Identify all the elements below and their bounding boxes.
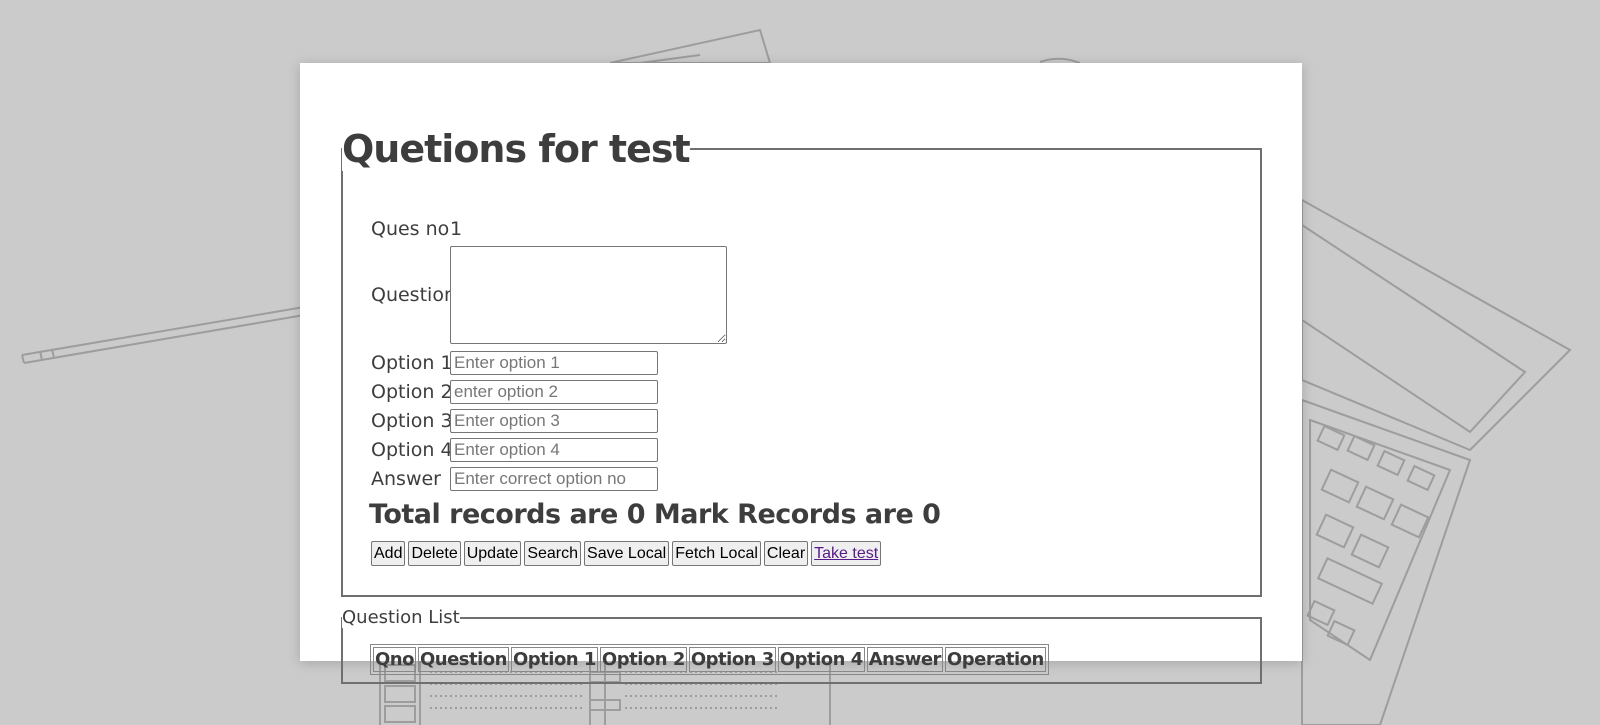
search-button[interactable]: Search <box>524 541 582 566</box>
option4-row: Option 4 <box>371 438 658 462</box>
option1-label: Option 1 <box>371 352 453 374</box>
question-list-fieldset: Question List Qno Question Option 1 Opti… <box>341 608 1262 684</box>
fetch-local-button[interactable]: Fetch Local <box>672 541 761 566</box>
column-header-operation: Operation <box>944 647 1046 672</box>
option1-input[interactable] <box>450 351 658 375</box>
column-header-option1: Option 1 <box>510 647 598 672</box>
column-header-option3: Option 3 <box>688 647 776 672</box>
ques-no-row: Ques no 1 <box>371 215 462 243</box>
option2-row: Option 2 <box>371 380 658 404</box>
clear-button[interactable]: Clear <box>763 541 809 566</box>
records-summary: Total records are 0 Mark Records are 0 <box>369 499 941 530</box>
option1-row: Option 1 <box>371 351 658 375</box>
option3-label: Option 3 <box>371 410 453 432</box>
option2-label: Option 2 <box>371 381 453 403</box>
table-header-row: Qno Question Option 1 Option 2 Option 3 … <box>373 647 1046 672</box>
question-list-table: Qno Question Option 1 Option 2 Option 3 … <box>370 644 1049 675</box>
main-card: Quetions for test Ques no 1 Question Opt… <box>300 63 1302 684</box>
ques-no-label: Ques no <box>371 218 450 240</box>
column-header-qno: Qno <box>373 647 416 672</box>
question-list-title: Question List <box>342 607 460 628</box>
column-header-answer: Answer <box>866 647 943 672</box>
column-header-option2: Option 2 <box>599 647 687 672</box>
update-button[interactable]: Update <box>463 541 522 566</box>
option4-label: Option 4 <box>371 439 453 461</box>
delete-button[interactable]: Delete <box>408 541 461 566</box>
add-button[interactable]: Add <box>371 541 406 566</box>
question-form-fieldset: Quetions for test Ques no 1 Question Opt… <box>341 127 1262 597</box>
action-toolbar: Add Delete Update Search Save Local Fetc… <box>371 541 882 566</box>
pencil-illustration <box>21 305 311 364</box>
take-test-link-button[interactable]: Take test <box>811 541 882 566</box>
ques-no-value: 1 <box>450 218 463 240</box>
question-label: Question <box>371 284 456 306</box>
page-title: Quetions for test <box>342 127 691 171</box>
option3-row: Option 3 <box>371 409 658 433</box>
question-textarea[interactable] <box>450 246 727 344</box>
option2-input[interactable] <box>450 380 658 404</box>
question-row: Question <box>371 246 727 344</box>
answer-label: Answer <box>371 468 441 490</box>
option4-input[interactable] <box>450 438 658 462</box>
column-header-option4: Option 4 <box>777 647 865 672</box>
option3-input[interactable] <box>450 409 658 433</box>
column-header-question: Question <box>417 647 509 672</box>
save-local-button[interactable]: Save Local <box>584 541 670 566</box>
answer-row: Answer <box>371 467 658 491</box>
answer-input[interactable] <box>450 467 658 491</box>
